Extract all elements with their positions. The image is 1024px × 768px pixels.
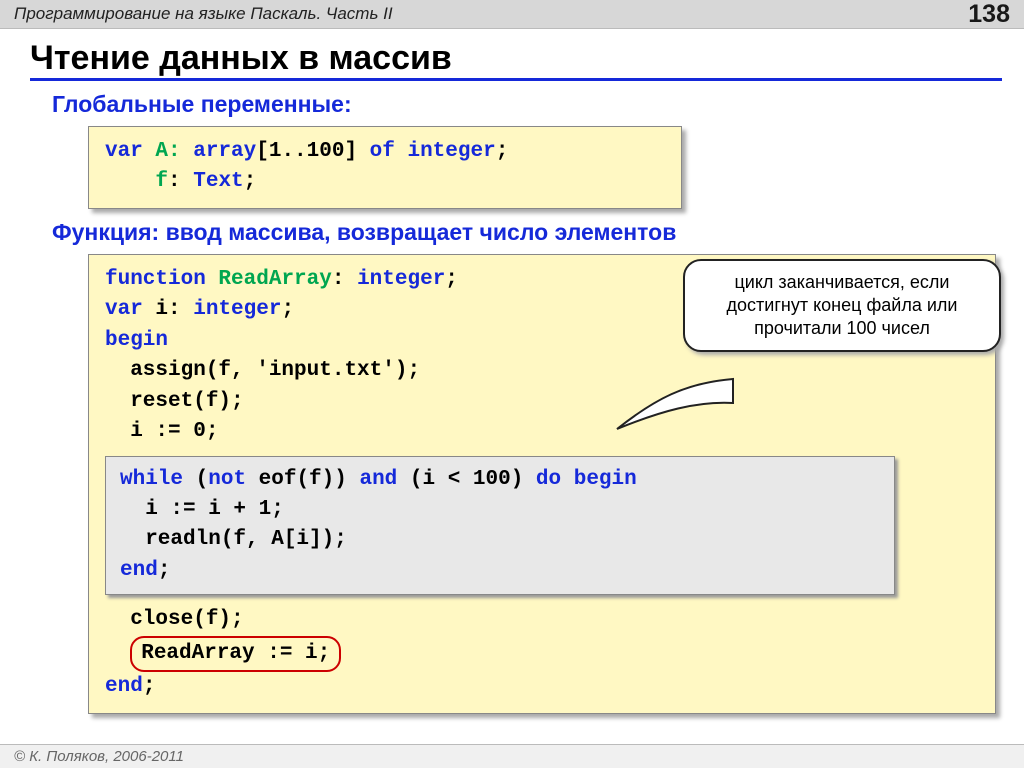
code-line: end;: [105, 672, 979, 702]
code-globals: var A: array[1..100] of integer; f: Text…: [88, 126, 682, 209]
code-line: f: Text;: [105, 167, 665, 197]
highlight-readarray: ReadArray := i;: [130, 636, 341, 672]
page-title: Чтение данных в массив: [30, 39, 1002, 81]
breadcrumb: Программирование на языке Паскаль. Часть…: [14, 4, 393, 24]
page-number: 138: [968, 0, 1010, 29]
code-line: close(f);: [105, 605, 979, 635]
code-line: i := 0;: [105, 417, 979, 447]
code-line: readln(f, A[i]);: [120, 525, 880, 555]
section-function: Функция: ввод массива, возвращает число …: [52, 219, 1002, 246]
code-line: reset(f);: [105, 387, 979, 417]
footer-copyright: © К. Поляков, 2006-2011: [0, 744, 1024, 768]
code-loop-box: while (not eof(f)) and (i < 100) do begi…: [105, 456, 895, 596]
section-globals: Глобальные переменные:: [52, 91, 1002, 118]
callout-bubble: цикл заканчивается, если достигнут конец…: [683, 259, 1001, 352]
code-line: ReadArray := i;: [105, 636, 979, 672]
code-line: while (not eof(f)) and (i < 100) do begi…: [120, 465, 880, 495]
code-line: var A: array[1..100] of integer;: [105, 137, 665, 167]
code-function: цикл заканчивается, если достигнут конец…: [88, 254, 996, 714]
code-line: end;: [120, 556, 880, 586]
code-line: i := i + 1;: [120, 495, 880, 525]
breadcrumb-bar: Программирование на языке Паскаль. Часть…: [0, 0, 1024, 29]
code-line: assign(f, 'input.txt');: [105, 356, 979, 386]
